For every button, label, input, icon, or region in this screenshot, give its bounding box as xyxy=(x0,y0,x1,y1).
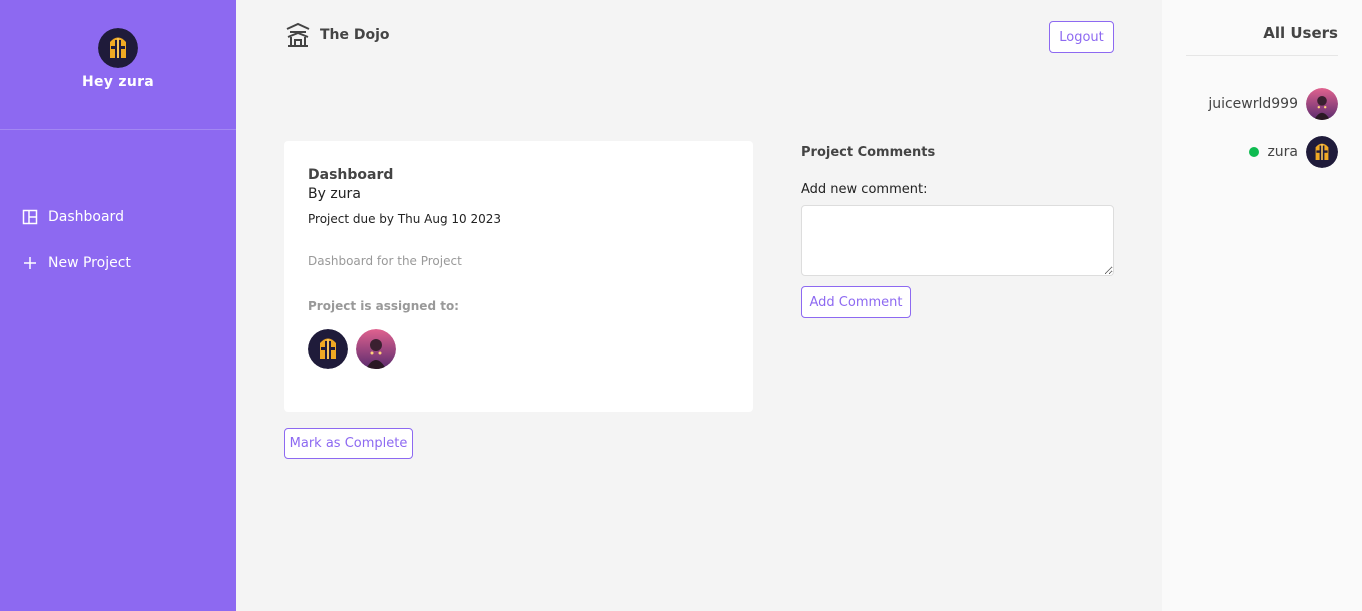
users-title: All Users xyxy=(1263,24,1338,42)
greeting: Hey zura xyxy=(81,74,155,90)
sidebar-user: Hey zura xyxy=(0,0,236,130)
users-panel: All Users juicewrld999 zura xyxy=(1162,0,1362,611)
main-content: The Dojo Logout Dashboard By zura Projec… xyxy=(236,0,1162,611)
divider xyxy=(1186,55,1338,56)
avatar xyxy=(308,329,348,369)
comments-title: Project Comments xyxy=(801,145,936,160)
sidebar-item-label: New Project xyxy=(48,255,131,271)
sidebar-item-new-project[interactable]: New Project xyxy=(0,240,236,286)
avatar xyxy=(1306,136,1338,168)
comment-textarea[interactable] xyxy=(801,205,1114,276)
project-details: Dashboard for the Project xyxy=(308,254,462,268)
user-row: zura xyxy=(1249,136,1338,168)
mark-complete-button[interactable]: Mark as Complete xyxy=(284,428,413,459)
project-due-date: Project due by Thu Aug 10 2023 xyxy=(308,212,502,226)
temple-icon xyxy=(284,21,312,49)
add-comment-button[interactable]: Add Comment xyxy=(801,286,911,318)
project-card: Dashboard By zura Project due by Thu Aug… xyxy=(284,141,753,412)
assigned-label: Project is assigned to: xyxy=(308,299,459,313)
dashboard-icon xyxy=(22,209,38,225)
avatar xyxy=(1306,88,1338,120)
assigned-users xyxy=(308,329,729,369)
user-name: zura xyxy=(1267,144,1298,160)
project-comments: Project Comments Add new comment: Add Co… xyxy=(801,141,1114,318)
user-row: juicewrld999 xyxy=(1208,88,1338,120)
user-name: juicewrld999 xyxy=(1208,96,1298,112)
sidebar-item-dashboard[interactable]: Dashboard xyxy=(0,194,236,240)
logout-button[interactable]: Logout xyxy=(1049,21,1114,53)
sidebar: Hey zura Dashboard New Project xyxy=(0,0,236,611)
avatar xyxy=(356,329,396,369)
project-author: By zura xyxy=(308,186,361,202)
knight-helmet-icon xyxy=(98,28,138,68)
online-indicator xyxy=(1249,147,1260,157)
project-title: Dashboard xyxy=(308,167,394,183)
plus-icon xyxy=(22,255,38,271)
sidebar-nav: Dashboard New Project xyxy=(0,194,236,286)
new-comment-label: Add new comment: xyxy=(801,182,928,197)
sidebar-item-label: Dashboard xyxy=(48,209,124,225)
brand[interactable]: The Dojo xyxy=(284,21,390,49)
brand-title: The Dojo xyxy=(320,27,390,43)
